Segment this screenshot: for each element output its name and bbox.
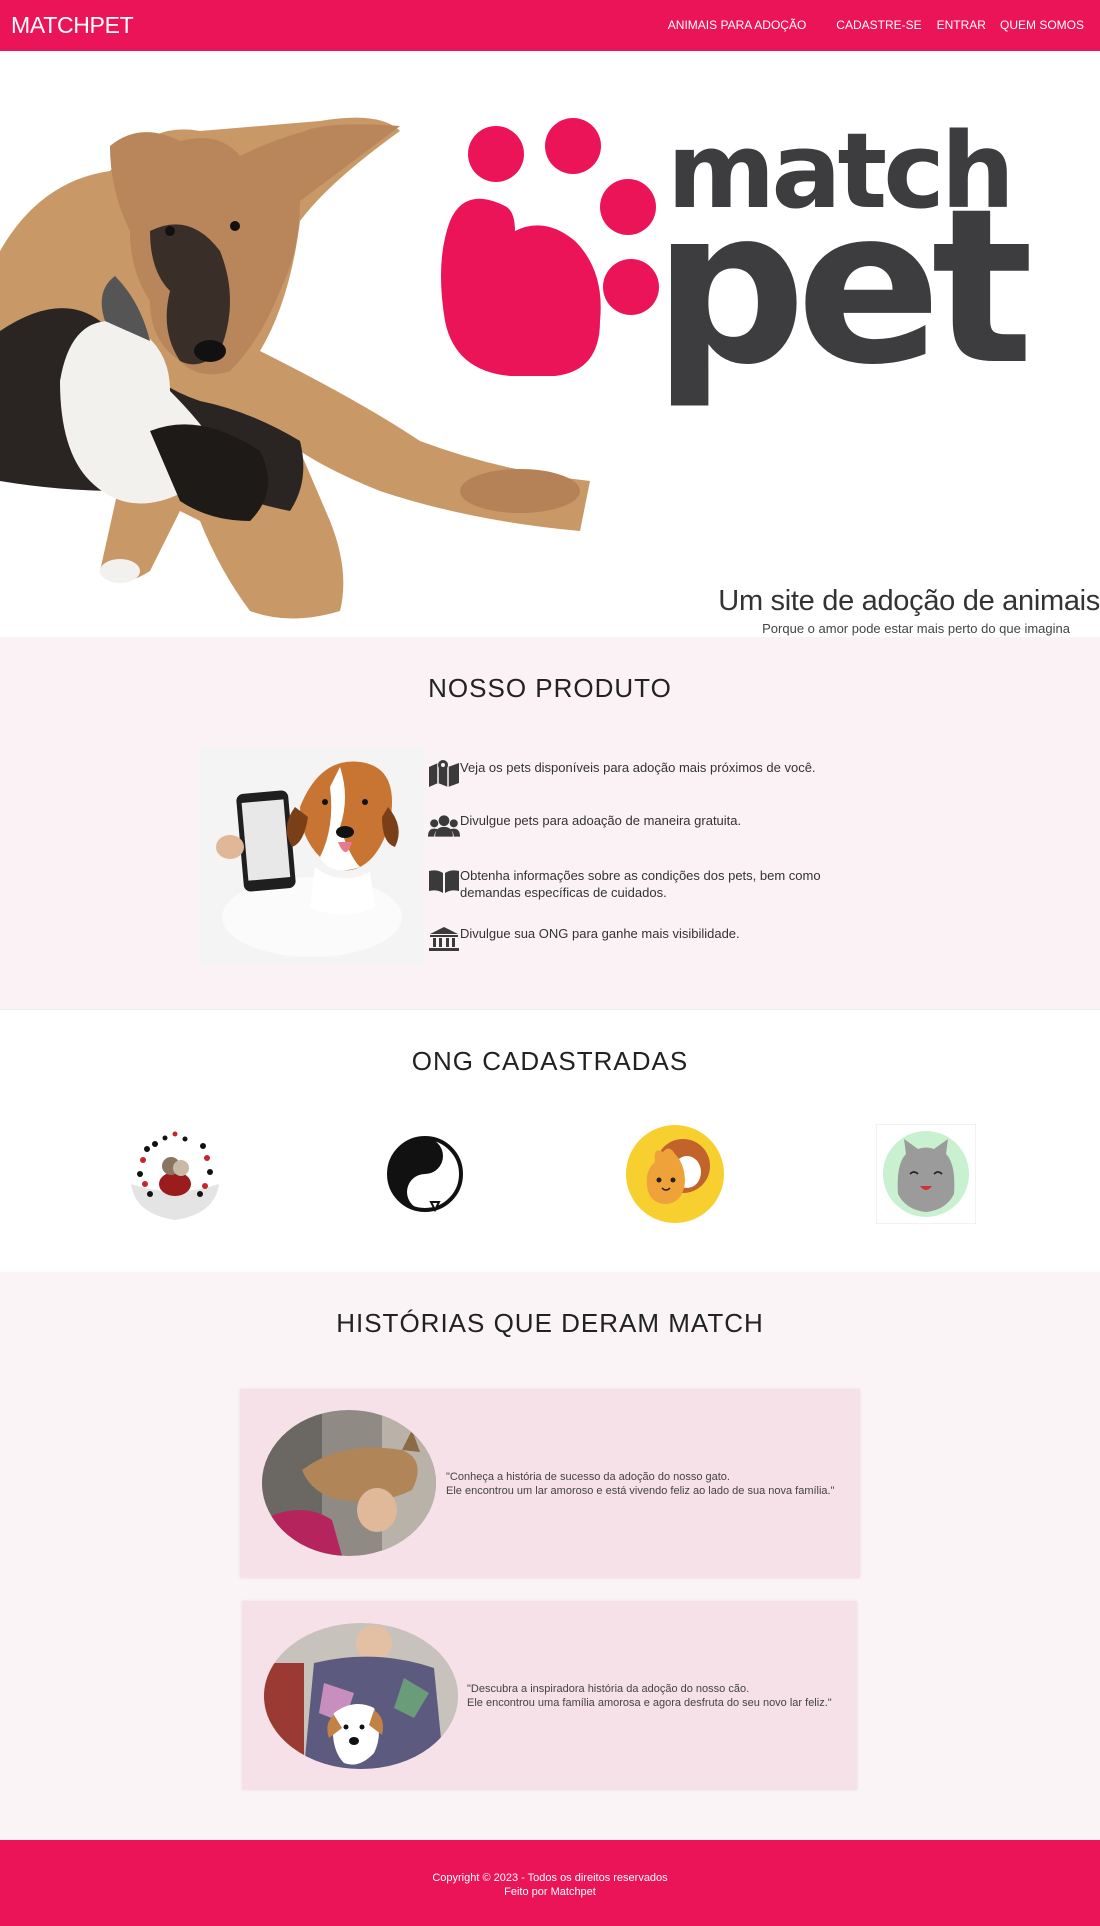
book-icon	[429, 870, 459, 893]
feature-item-ong: Divulgue sua ONG para ganhe mais visibil…	[428, 925, 740, 953]
ong-logo-paws[interactable]	[125, 1124, 225, 1224]
story-cat-image	[262, 1410, 436, 1556]
brand-logo-link[interactable]: MATCHPET	[11, 12, 134, 39]
ong-logo-cat[interactable]	[876, 1124, 976, 1224]
nav-link-quem-somos[interactable]: QUEM SOMOS	[1000, 18, 1084, 32]
nav-link-entrar[interactable]: ENTRAR	[937, 18, 986, 32]
story-text: "Conheça a história de sucesso da adoção…	[446, 1471, 835, 1497]
footer-made-by: Feito por Matchpet	[504, 1886, 596, 1898]
svg-text:pet: pet	[653, 163, 1029, 412]
hero-title: Um site de adoção de animais	[718, 585, 1100, 617]
map-icon	[429, 760, 459, 787]
feature-item-nearby: Veja os pets disponíveis para adoção mai…	[428, 759, 816, 787]
footer-copyright: Copyright © 2023 - Todos os direitos res…	[432, 1872, 668, 1884]
feature-text: Divulgue sua ONG para ganhe mais visibil…	[460, 926, 740, 941]
hero-banner: match pet Um site de adoção de animais P…	[0, 51, 1100, 637]
story-card[interactable]: "Conheça a história de sucesso da adoção…	[240, 1389, 860, 1578]
dog-phone-image	[200, 747, 423, 965]
story-dog-image	[264, 1623, 458, 1769]
matchpet-logo: match pet	[441, 110, 1039, 412]
nav-link-cadastre[interactable]: CADASTRE-SE	[836, 18, 921, 32]
feature-text: Divulgue pets para adoação de maneira gr…	[460, 813, 742, 828]
feature-text: Veja os pets disponíveis para adoção mai…	[460, 760, 816, 775]
story-text: "Descubra a inspiradora história da adoç…	[467, 1683, 832, 1709]
hero-subtitle: Porque o amor pode estar mais perto do q…	[762, 621, 1070, 636]
historias-title: HISTÓRIAS QUE DERAM MATCH	[336, 1308, 764, 1338]
institution-icon	[429, 927, 459, 951]
users-icon	[428, 815, 460, 837]
top-navbar: MATCHPET ANIMAIS PARA ADOÇÃO CADASTRE-SE…	[0, 0, 1100, 51]
ongs-title: ONG CADASTRADAS	[411, 1046, 689, 1076]
produto-section: NOSSO PRODUTO Veja os pets disponíveis p…	[0, 637, 1100, 1010]
feature-item-informacoes: Obtenha informações sobre as condições d…	[428, 867, 868, 901]
story-card[interactable]: "Descubra a inspiradora história da adoç…	[242, 1601, 857, 1790]
paw-heart-icon	[441, 118, 659, 376]
nav-links: ANIMAIS PARA ADOÇÃO CADASTRE-SE ENTRAR Q…	[668, 18, 1084, 32]
feature-item-divulgue: Divulgue pets para adoação de maneira gr…	[428, 812, 741, 840]
feature-text: Obtenha informações sobre as condições d…	[460, 868, 821, 900]
footer: Copyright © 2023 - Todos os direitos res…	[0, 1840, 1100, 1926]
nav-link-animais[interactable]: ANIMAIS PARA ADOÇÃO	[668, 18, 806, 32]
ong-logo-yin-yang[interactable]	[375, 1124, 475, 1224]
ong-logo-dog-cat[interactable]	[625, 1124, 725, 1224]
historias-section: HISTÓRIAS QUE DERAM MATCH "Conheça a his…	[0, 1272, 1100, 1840]
ongs-section: ONG CADASTRADAS	[0, 1010, 1100, 1272]
produto-title: NOSSO PRODUTO	[428, 673, 672, 703]
